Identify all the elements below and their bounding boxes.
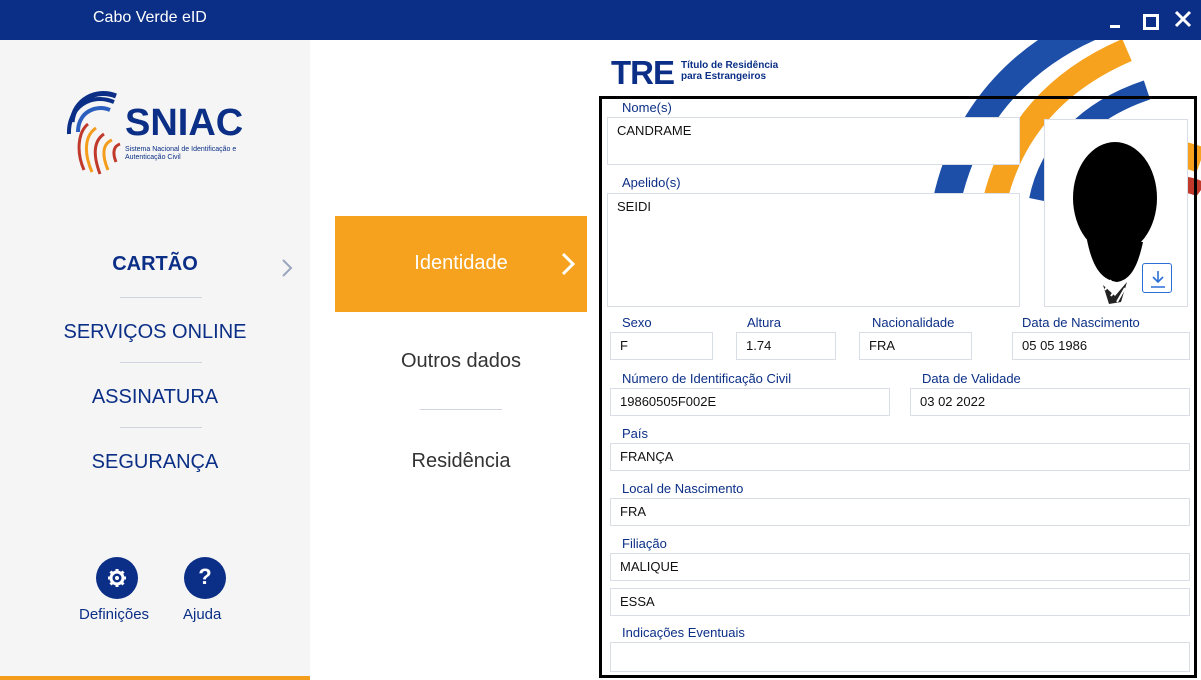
orange-accent-line xyxy=(0,676,310,680)
chevron-right-icon xyxy=(561,252,575,276)
local-nascimento-field: FRA xyxy=(610,498,1190,526)
tab-divider xyxy=(420,409,502,410)
apelidos-label: Apelido(s) xyxy=(622,175,681,190)
settings-label[interactable]: Definições xyxy=(79,606,149,623)
indicacoes-label: Indicações Eventuais xyxy=(622,625,745,640)
validade-label: Data de Validade xyxy=(922,371,1021,386)
minimize-button[interactable] xyxy=(1101,0,1131,40)
nacionalidade-field: FRA xyxy=(859,332,972,360)
left-sidebar: SNIAC Sistema Nacional de Identificação … xyxy=(0,40,310,680)
nic-field: 19860505F002E xyxy=(610,388,890,416)
card-brand-line1: Título de Residência xyxy=(681,60,779,71)
nav-item-label: CARTÃO xyxy=(112,253,198,275)
nav-item-label: SEGURANÇA xyxy=(91,451,219,473)
nav-item-servicos-online[interactable]: SERVIÇOS ONLINE xyxy=(30,321,280,344)
tab-label: Outros dados xyxy=(400,350,522,372)
download-photo-button[interactable] xyxy=(1142,263,1172,293)
nascimento-field: 05 05 1986 xyxy=(1012,332,1190,360)
card-brand-subtitle: Título de Residência para Estrangeiros xyxy=(681,60,778,82)
gear-icon xyxy=(108,569,126,587)
settings-button[interactable] xyxy=(96,557,138,599)
filiacao-field-2: ESSA xyxy=(610,588,1190,616)
nav-item-label: SERVIÇOS ONLINE xyxy=(63,321,247,343)
tab-label: Residência xyxy=(411,450,511,472)
chevron-right-icon xyxy=(282,259,293,277)
download-icon xyxy=(1151,271,1165,288)
card-brand-line2: para Estrangeiros xyxy=(681,71,767,82)
nav-divider xyxy=(120,362,202,363)
altura-field: 1.74 xyxy=(736,332,836,360)
pais-label: País xyxy=(622,426,649,441)
sexo-field: F xyxy=(610,332,713,360)
nav-item-assinatura[interactable]: ASSINATURA xyxy=(30,386,280,409)
sniac-logo: SNIAC Sistema Nacional de Identificação … xyxy=(66,82,266,177)
nic-label: Número de Identificação Civil xyxy=(622,371,792,386)
help-button[interactable]: ? xyxy=(184,557,226,599)
apelidos-field: SEIDI xyxy=(607,193,1020,307)
title-bar: Cabo Verde eID xyxy=(0,0,1201,40)
logo-subtitle: Sistema Nacional de Identificação e Aute… xyxy=(125,146,237,161)
filiacao-field-1: MALIQUE xyxy=(610,553,1190,581)
validade-field: 03 02 2022 xyxy=(910,388,1190,416)
tab-residencia[interactable]: Residência xyxy=(335,450,587,473)
nomes-field: CANDRAME xyxy=(607,117,1020,165)
nav-item-label: ASSINATURA xyxy=(91,386,219,408)
card-brand: TRE xyxy=(611,54,675,91)
question-mark-icon: ? xyxy=(198,564,212,589)
indicacoes-field xyxy=(610,642,1190,672)
nav-divider xyxy=(120,427,202,428)
local-nascimento-label: Local de Nascimento xyxy=(622,481,744,496)
section-tabs: Identidade Outros dados Residência xyxy=(310,40,587,680)
help-label[interactable]: Ajuda xyxy=(183,606,221,623)
nascimento-label: Data de Nascimento xyxy=(1022,315,1140,330)
sexo-label: Sexo xyxy=(622,315,652,330)
filiacao-label: Filiação xyxy=(622,536,667,551)
tab-identidade[interactable]: Identidade xyxy=(335,216,587,312)
nav-item-seguranca[interactable]: SEGURANÇA xyxy=(30,451,280,474)
window-title: Cabo Verde eID xyxy=(93,9,207,26)
close-icon xyxy=(1174,10,1192,28)
nacionalidade-label: Nacionalidade xyxy=(872,315,955,330)
card-panel: TRE Título de Residência para Estrangeir… xyxy=(587,40,1201,680)
close-button[interactable] xyxy=(1168,0,1198,40)
nomes-label: Nome(s) xyxy=(622,100,672,115)
fingerprint-icon xyxy=(66,91,121,175)
altura-label: Altura xyxy=(747,315,781,330)
tab-outros-dados[interactable]: Outros dados xyxy=(335,350,587,373)
tab-label: Identidade xyxy=(414,252,508,274)
pais-field: FRANÇA xyxy=(610,443,1190,471)
nav-divider xyxy=(120,297,202,298)
maximize-button[interactable] xyxy=(1135,0,1165,40)
logo-text: SNIAC xyxy=(125,102,244,144)
nav-item-cartao[interactable]: CARTÃO xyxy=(30,253,280,276)
